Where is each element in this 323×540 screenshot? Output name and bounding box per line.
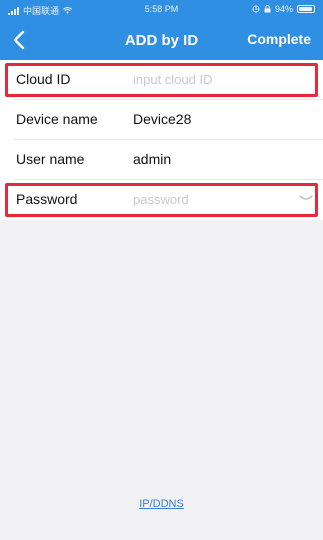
user-name-label: User name <box>16 151 85 167</box>
battery-icon <box>297 5 315 13</box>
cloud-id-label: Cloud ID <box>16 71 71 87</box>
device-name-field[interactable]: Device28 <box>133 111 191 127</box>
password-row: Password <box>0 180 323 220</box>
ip-ddns-link[interactable]: IP/DDNS <box>0 498 323 510</box>
lock-rotation-icon <box>264 5 271 13</box>
user-name-row: User name admin <box>0 140 323 180</box>
device-name-row: Device name Device28 <box>0 100 323 140</box>
navigation-bar: ADD by ID Complete <box>0 20 323 60</box>
password-input[interactable] <box>131 188 285 210</box>
device-name-label: Device name <box>16 111 98 127</box>
password-label: Password <box>16 191 78 207</box>
add-device-form: Cloud ID Device name Device28 User name … <box>0 60 323 220</box>
alarm-icon <box>252 5 260 13</box>
cloud-id-row: Cloud ID <box>0 60 323 100</box>
eye-closed-icon[interactable] <box>299 194 313 202</box>
cloud-id-input[interactable] <box>131 68 285 90</box>
battery-fill <box>299 7 313 11</box>
complete-button[interactable]: Complete <box>247 31 311 47</box>
app-header: 中国联通 5:58 PM 94% ADD by ID Complete <box>0 0 323 60</box>
user-name-field[interactable]: admin <box>133 151 171 167</box>
status-right: 94% <box>252 4 315 14</box>
battery-percent: 94% <box>274 4 293 14</box>
status-bar: 中国联通 5:58 PM 94% <box>0 0 323 20</box>
